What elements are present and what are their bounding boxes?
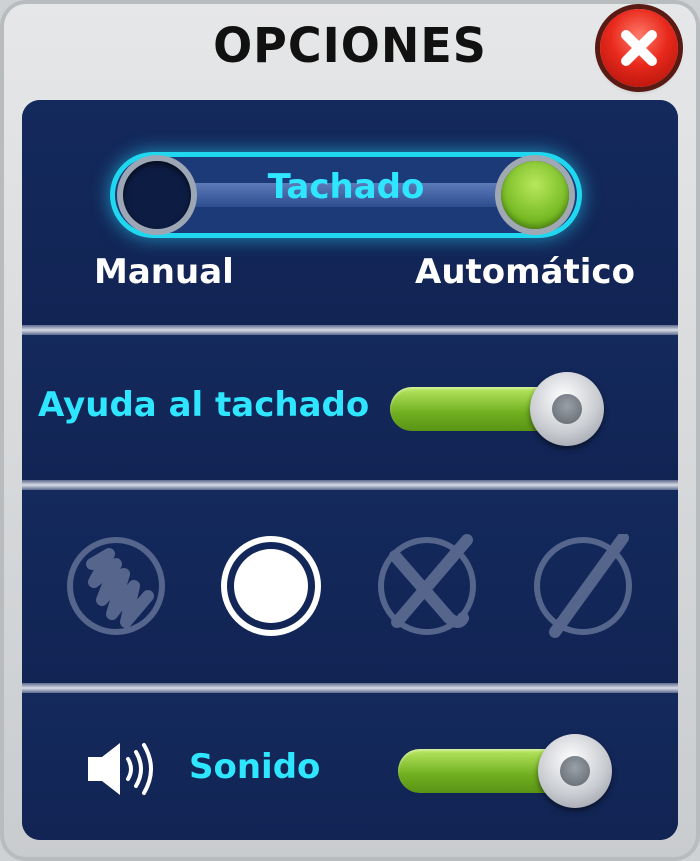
divider [22,683,678,693]
options-panel: Tachado Manual Automático Ayuda al tacha… [22,100,678,840]
speaker-icon [88,743,153,795]
strike-style-section [22,490,678,683]
manual-knob[interactable] [123,161,191,229]
automatic-option-label[interactable]: Automático [415,252,635,292]
strike-help-section: Ayuda al tachado [22,335,678,480]
close-button[interactable] [600,9,678,87]
circle-style-icon[interactable] [219,534,323,638]
dialog-title: OPCIONES [213,16,487,74]
slash-style-icon[interactable] [531,534,635,638]
manual-option-label[interactable]: Manual [94,252,234,292]
sound-switch-knob[interactable] [538,734,612,808]
sound-section: Sonido [22,693,678,840]
strike-help-label: Ayuda al tachado [38,385,370,425]
divider [22,480,678,490]
strikethrough-mode-section: Tachado Manual Automático [22,100,678,325]
automatic-knob[interactable] [501,161,569,229]
divider [22,325,678,335]
strikethrough-mode-toggle[interactable]: Tachado [115,157,577,233]
sound-label: Sonido [189,747,321,787]
close-icon [621,30,657,66]
strike-help-switch-knob[interactable] [530,372,604,446]
options-dialog: OPCIONES Tachado Manual Automático Ayuda… [0,0,700,861]
cross-style-icon[interactable] [375,534,479,638]
scribble-style-icon[interactable] [64,534,168,638]
